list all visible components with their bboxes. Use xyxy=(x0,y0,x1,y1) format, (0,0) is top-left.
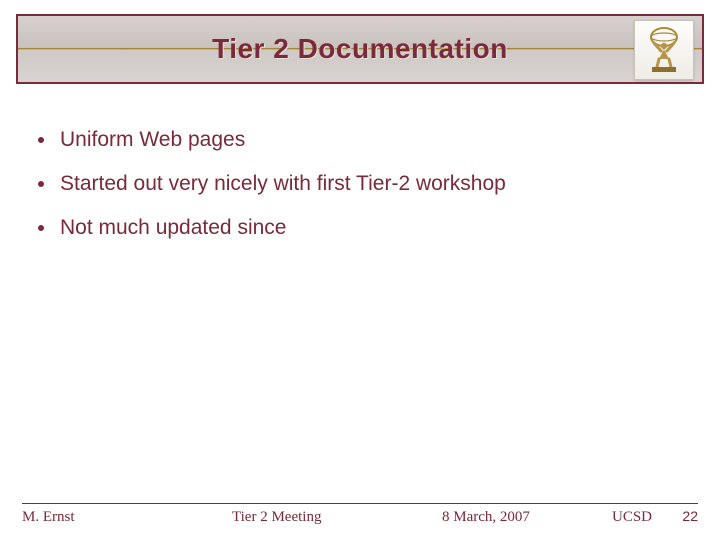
bullet-text: Not much updated since xyxy=(60,216,286,240)
footer-location: UCSD xyxy=(612,509,672,526)
atlas-statue-icon xyxy=(634,20,694,80)
footer-event: Tier 2 Meeting xyxy=(232,509,442,526)
list-item: Started out very nicely with first Tier-… xyxy=(32,172,688,196)
footer-page-number: 22 xyxy=(672,508,698,524)
footer-row: M. Ernst Tier 2 Meeting 8 March, 2007 UC… xyxy=(22,508,698,526)
bullet-dot-icon xyxy=(38,137,44,143)
list-item: Uniform Web pages xyxy=(32,128,688,152)
bullet-dot-icon xyxy=(38,225,44,231)
bullet-text: Uniform Web pages xyxy=(60,128,245,152)
slide: Tier 2 Documentation Uniform Web pages S… xyxy=(0,0,720,540)
footer-author: M. Ernst xyxy=(22,509,232,526)
title-band: Tier 2 Documentation xyxy=(16,14,704,84)
slide-footer: M. Ernst Tier 2 Meeting 8 March, 2007 UC… xyxy=(22,503,698,526)
bullet-list: Uniform Web pages Started out very nicel… xyxy=(32,110,688,260)
footer-date: 8 March, 2007 xyxy=(442,509,612,526)
footer-divider xyxy=(22,503,698,504)
bullet-dot-icon xyxy=(38,181,44,187)
slide-title: Tier 2 Documentation xyxy=(212,33,508,65)
list-item: Not much updated since xyxy=(32,216,688,240)
bullet-text: Started out very nicely with first Tier-… xyxy=(60,172,506,196)
